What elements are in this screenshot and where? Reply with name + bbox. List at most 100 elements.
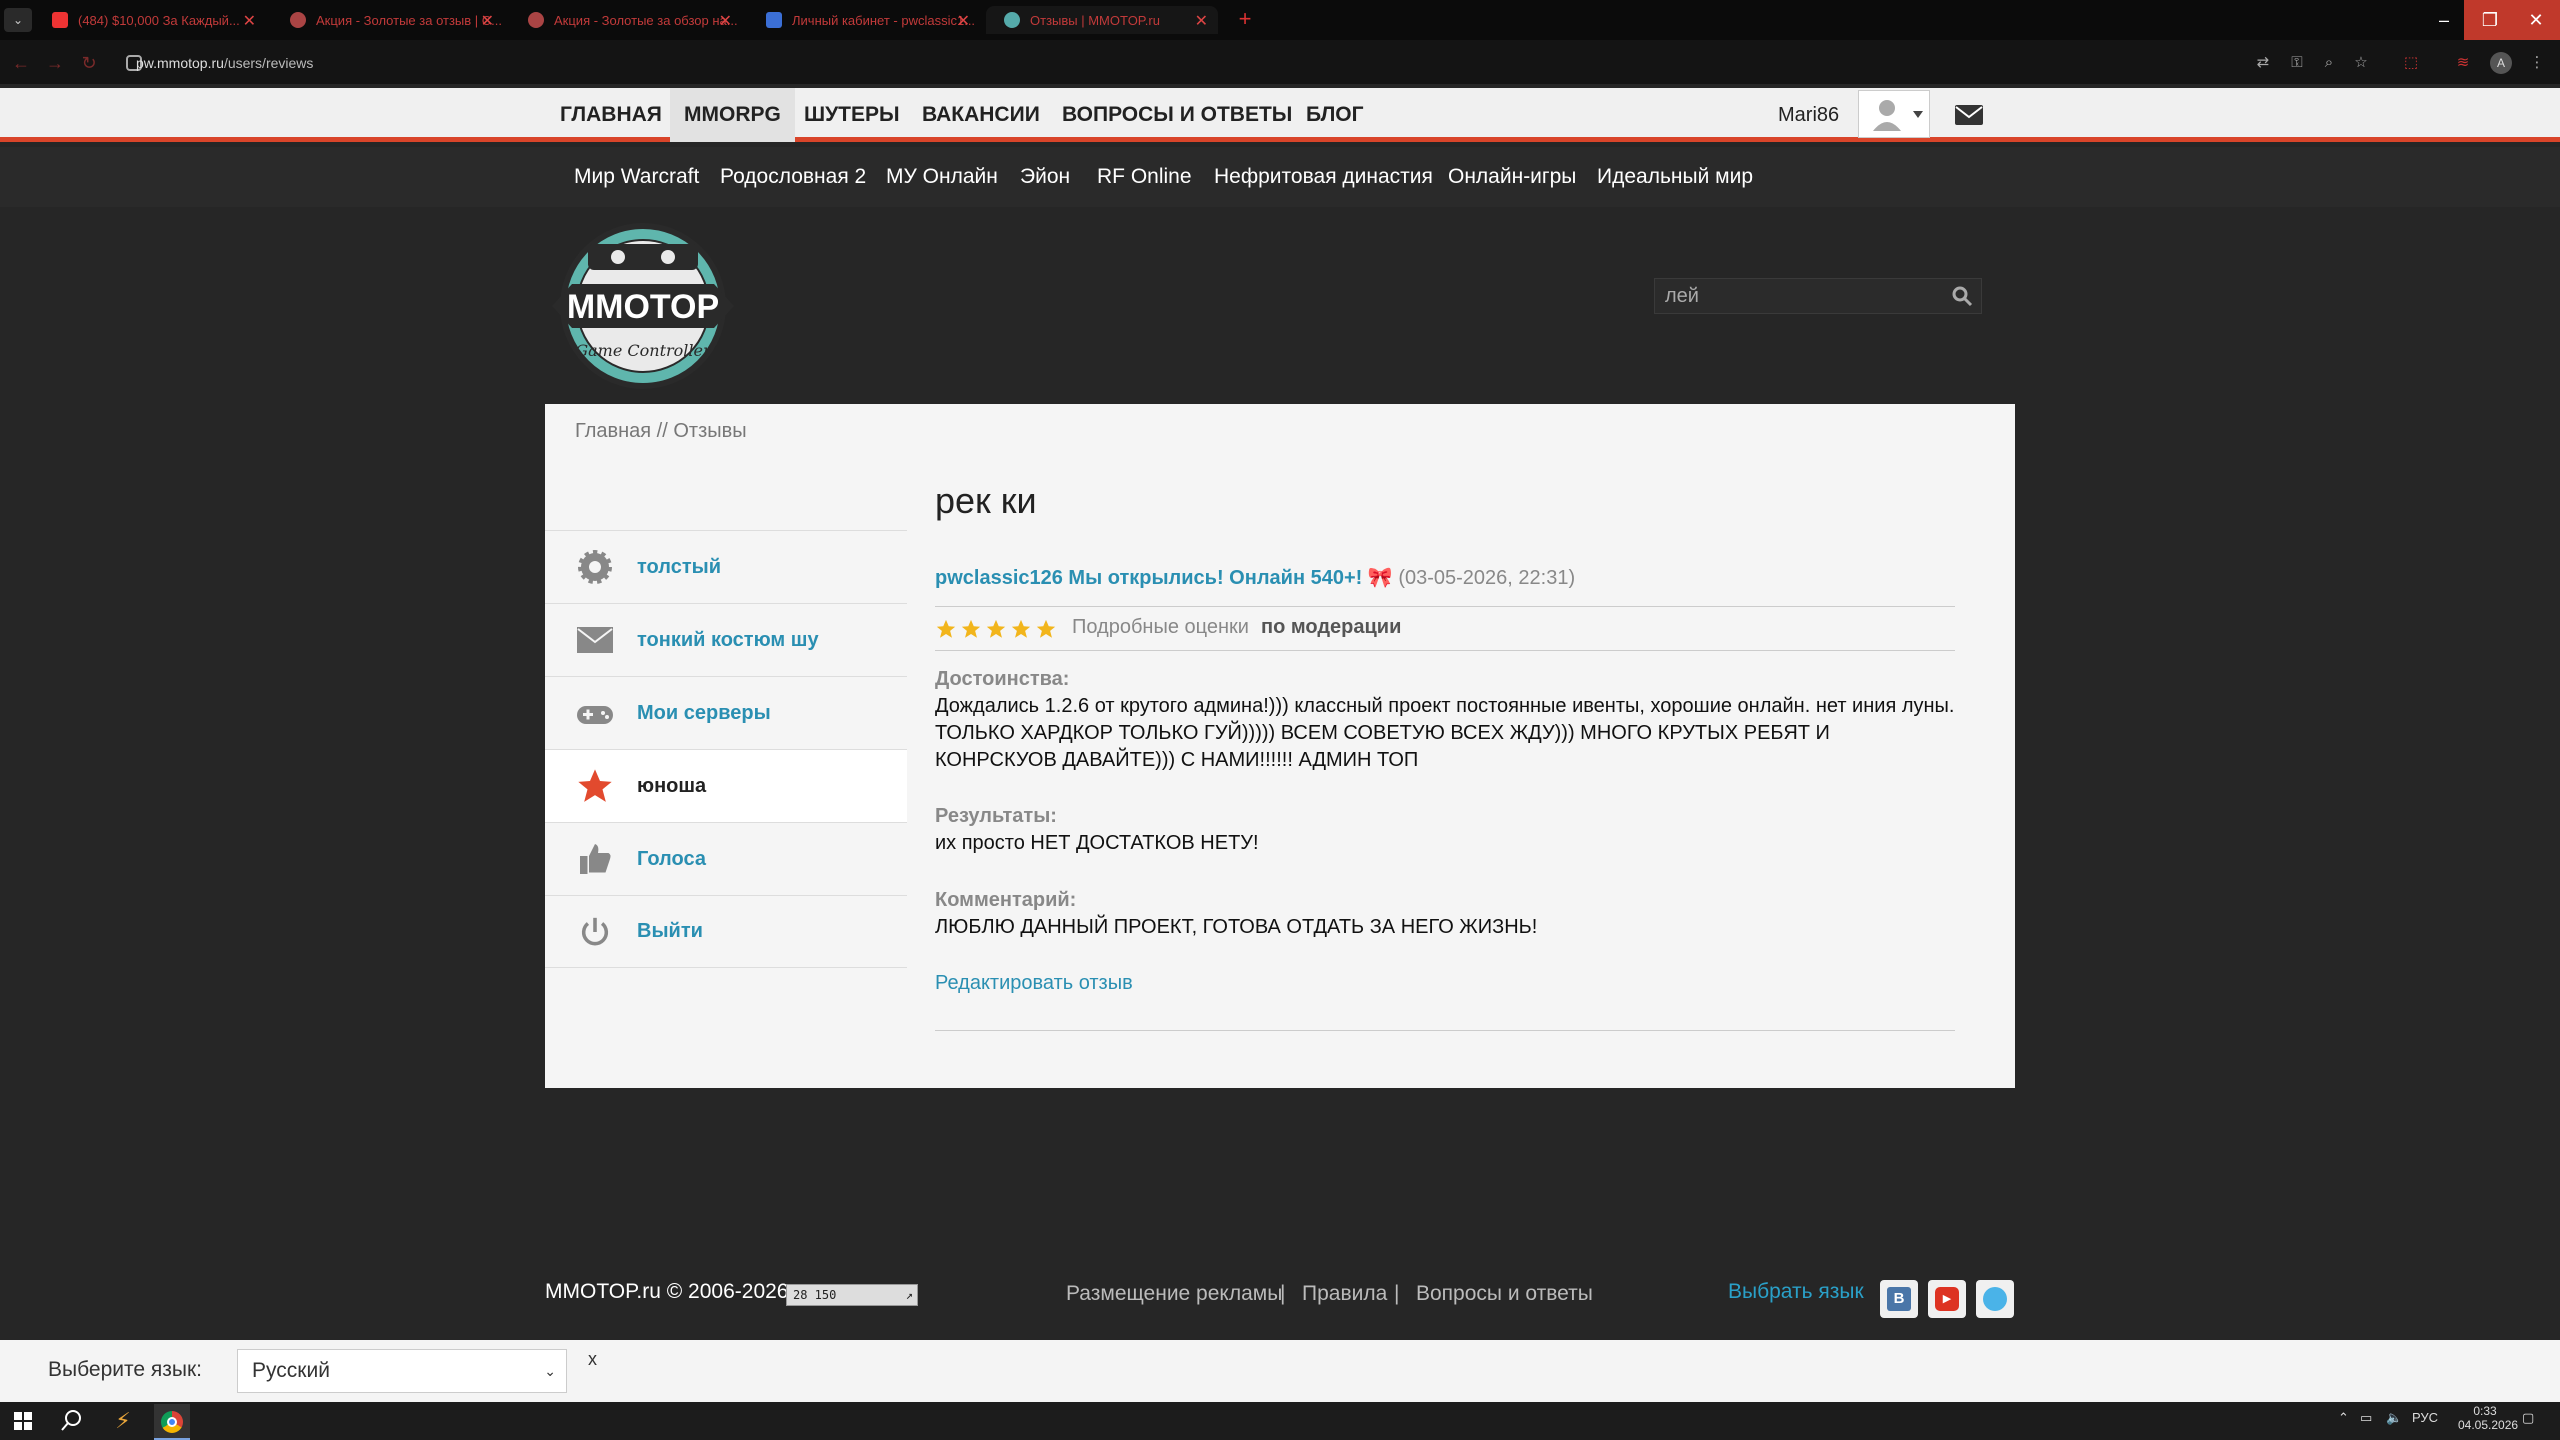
translate-icon[interactable]: ⇄ <box>2252 52 2274 74</box>
subnav-online-games[interactable]: Онлайн-игры <box>1448 147 1576 207</box>
subnav-rf[interactable]: RF Online <box>1097 147 1192 207</box>
bookmark-star-icon[interactable]: ☆ <box>2350 52 2372 74</box>
close-language-bar-button[interactable]: x <box>588 1349 597 1370</box>
clock-time: 0:33 <box>2473 1404 2497 1418</box>
app-taskbar-icon[interactable]: ⚡ <box>106 1404 140 1438</box>
moderation-status: по модерации <box>1261 616 1402 638</box>
browser-tab-3[interactable]: Акция - Золотые за обзор на... ✕ <box>510 6 742 34</box>
sidebar-item-votes[interactable]: Голоса <box>545 822 907 895</box>
footer-link-faq[interactable]: Вопросы и ответы <box>1416 1282 1593 1306</box>
sidebar-item-messages[interactable]: тонкий костюм шу <box>545 603 907 676</box>
choose-language-link[interactable]: Выбрать язык <box>1728 1280 1864 1304</box>
counter-value: 28 150 <box>793 1288 837 1302</box>
url-field[interactable]: pw.mmotop.ru/users/reviews <box>136 50 313 76</box>
browser-tab-2[interactable]: Акция - Золотые за отзыв | С... ✕ <box>272 6 504 34</box>
browser-tab-1[interactable]: (484) $10,000 За Каждый... ✕ <box>34 6 266 34</box>
nav-shooters[interactable]: ШУТЕРЫ <box>790 88 914 142</box>
page-title: рек ки <box>935 480 1037 521</box>
nav-home[interactable]: ГЛАВНАЯ <box>546 88 676 142</box>
footer-link-ads[interactable]: Размещение рекламы <box>1066 1282 1282 1306</box>
server-link[interactable]: pwclassic126 Мы открылись! Онлайн 540+! <box>935 567 1362 589</box>
close-tab-icon[interactable]: ✕ <box>1195 11 1208 31</box>
envelope-icon <box>575 620 615 660</box>
close-tab-icon[interactable]: ✕ <box>719 11 732 31</box>
browser-tab-5-active[interactable]: Отзывы | MMOTOP.ru ✕ <box>986 6 1218 34</box>
search-icon[interactable] <box>1950 284 1974 308</box>
close-tab-icon[interactable]: ✕ <box>243 11 256 31</box>
twitter-icon[interactable] <box>1976 1280 2014 1318</box>
url-path: /users/reviews <box>223 55 314 71</box>
user-menu-button[interactable] <box>1858 90 1930 138</box>
close-window-button[interactable]: ✕ <box>2510 0 2560 40</box>
password-key-icon[interactable]: ⚿ <box>2286 52 2308 74</box>
sidebar-item-profile[interactable]: толстый <box>545 530 907 603</box>
extensions-icon[interactable]: ⬚ <box>2400 52 2422 74</box>
username[interactable]: Mari86 <box>1778 88 1839 142</box>
review-date: (03-05-2026, 22:31) <box>1398 567 1576 589</box>
search-input[interactable]: лей <box>1654 278 1982 314</box>
sidebar-item-servers[interactable]: Мои серверы <box>545 676 907 749</box>
edit-review-link[interactable]: Редактировать отзыв <box>935 972 1133 995</box>
sidebar-item-label: Голоса <box>637 847 706 870</box>
youtube-icon[interactable]: ▶ <box>1928 1280 1966 1318</box>
windows-start-icon[interactable] <box>14 1412 32 1430</box>
visit-counter[interactable]: 28 150 ↗ <box>786 1284 918 1306</box>
notification-icon[interactable]: ▢ <box>2522 1410 2534 1426</box>
chevron-down-icon: ⌄ <box>544 1363 556 1379</box>
sidebar-item-label: толстый <box>637 555 721 578</box>
search-icon[interactable] <box>60 1408 84 1432</box>
nav-faq[interactable]: ВОПРОСЫ И ОТВЕТЫ <box>1048 88 1306 142</box>
detailed-ratings-link[interactable]: Подробные оценки <box>1072 616 1249 639</box>
subnav-perfect-world[interactable]: Идеальный мир <box>1597 147 1753 207</box>
mail-icon[interactable] <box>1954 104 1984 126</box>
zoom-icon[interactable]: ⌕ <box>2318 52 2340 74</box>
sidebar-item-logout[interactable]: Выйти <box>545 895 907 968</box>
subnav-aion[interactable]: Эйон <box>1020 147 1070 207</box>
bow-emoji-icon: 🎀 <box>1367 567 1393 589</box>
minimize-button[interactable]: – <box>2418 0 2470 40</box>
site-favicon-icon <box>290 12 306 28</box>
svg-text:MMOTOP: MMOTOP <box>567 288 719 326</box>
site-top-nav: ГЛАВНАЯ MMORPG ШУТЕРЫ ВАКАНСИИ ВОПРОСЫ И… <box>0 88 2560 142</box>
nav-blog[interactable]: БЛОГ <box>1292 88 1378 142</box>
subnav-mu[interactable]: МУ Онлайн <box>886 147 998 207</box>
close-tab-icon[interactable]: ✕ <box>481 11 494 31</box>
sidebar-item-label: юноша <box>637 774 707 797</box>
keyboard-language[interactable]: РУС <box>2412 1410 2438 1425</box>
divider <box>935 606 1955 607</box>
tray-chevron-icon[interactable]: ⌃ <box>2338 1410 2349 1426</box>
gear-icon <box>575 547 615 587</box>
network-icon[interactable]: ▭ <box>2360 1410 2372 1426</box>
reload-icon[interactable]: ↻ <box>78 52 100 74</box>
browser-tab-4[interactable]: Личный кабинет - pwclassic1... ✕ <box>748 6 980 34</box>
close-tab-icon[interactable]: ✕ <box>957 11 970 31</box>
back-icon[interactable]: ← <box>10 52 32 74</box>
clock[interactable]: 0:33 04.05.2026 <box>2458 1404 2519 1432</box>
chrome-taskbar-icon[interactable] <box>154 1404 190 1440</box>
mmotop-logo[interactable]: MMOTOP Game Controller <box>548 222 738 390</box>
clock-date: 04.05.2026 <box>2458 1418 2519 1432</box>
rating-star-icon <box>986 619 1006 638</box>
forward-icon[interactable]: → <box>44 52 66 74</box>
new-tab-button[interactable]: + <box>1232 8 1258 32</box>
subnav-jade[interactable]: Нефритовая династия <box>1214 147 1433 207</box>
nav-mmorpg[interactable]: MMORPG <box>670 88 795 142</box>
footer-separator: | <box>1280 1282 1286 1305</box>
vk-icon[interactable]: В <box>1880 1280 1918 1318</box>
sidebar-item-reviews[interactable]: юноша <box>545 749 907 822</box>
language-select[interactable]: Русский ⌄ <box>237 1349 567 1393</box>
restore-button[interactable]: ❐ <box>2464 0 2516 40</box>
translate-ext-icon[interactable]: ≋ <box>2452 52 2474 74</box>
breadcrumb[interactable]: Главная // Отзывы <box>575 420 747 443</box>
subnav-lineage2[interactable]: Родословная 2 <box>720 147 866 207</box>
comment-label: Комментарий: <box>935 889 1077 911</box>
copyright: MMOTOP.ru © 2006-2026 <box>545 1280 789 1303</box>
profile-avatar-icon[interactable]: A <box>2490 52 2512 74</box>
subnav-warcraft[interactable]: Мир Warcraft <box>574 147 699 207</box>
tab-search-button[interactable]: ⌄ <box>4 8 32 32</box>
volume-icon[interactable]: 🔈 <box>2386 1410 2402 1426</box>
footer-separator: | <box>1394 1282 1400 1305</box>
footer-link-rules[interactable]: Правила <box>1302 1282 1387 1306</box>
nav-vacancies[interactable]: ВАКАНСИИ <box>908 88 1054 142</box>
menu-kebab-icon[interactable]: ⋮ <box>2526 52 2548 74</box>
